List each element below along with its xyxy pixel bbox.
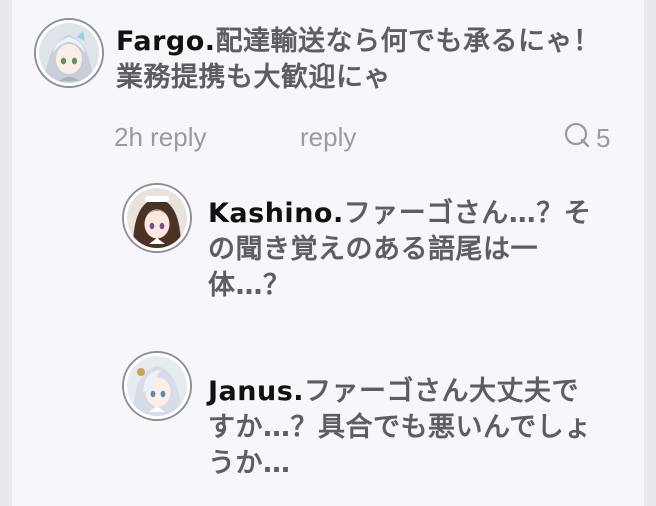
reply-text: Janus.ファーゴさん大丈夫ですか…？具合でも悪いんでしょうか… (208, 374, 598, 482)
reply-button[interactable]: reply (300, 122, 356, 153)
comment-thread: Fargo.配達輸送なら何でも承るにゃ！業務提携も大歓迎にゃ 2h reply … (12, 0, 644, 506)
avatar-kashino[interactable] (124, 185, 190, 251)
reply-count-value: 5 (596, 123, 611, 153)
reply-count[interactable]: 5 (564, 122, 610, 155)
reply-author[interactable]: Janus. (208, 376, 304, 407)
reply-text: Kashino.ファーゴさん…？その聞き覚えのある語尾は一体…？ (208, 196, 598, 304)
comment-author[interactable]: Fargo. (116, 26, 216, 57)
comment-bubble-icon (564, 122, 590, 155)
comment-time: 2h reply (114, 122, 207, 152)
avatar-fargo[interactable] (36, 20, 102, 86)
comment-text: Fargo.配達輸送なら何でも承るにゃ！業務提携も大歓迎にゃ (116, 24, 616, 96)
avatar-janus[interactable] (124, 353, 190, 419)
reply-author[interactable]: Kashino. (208, 198, 344, 229)
